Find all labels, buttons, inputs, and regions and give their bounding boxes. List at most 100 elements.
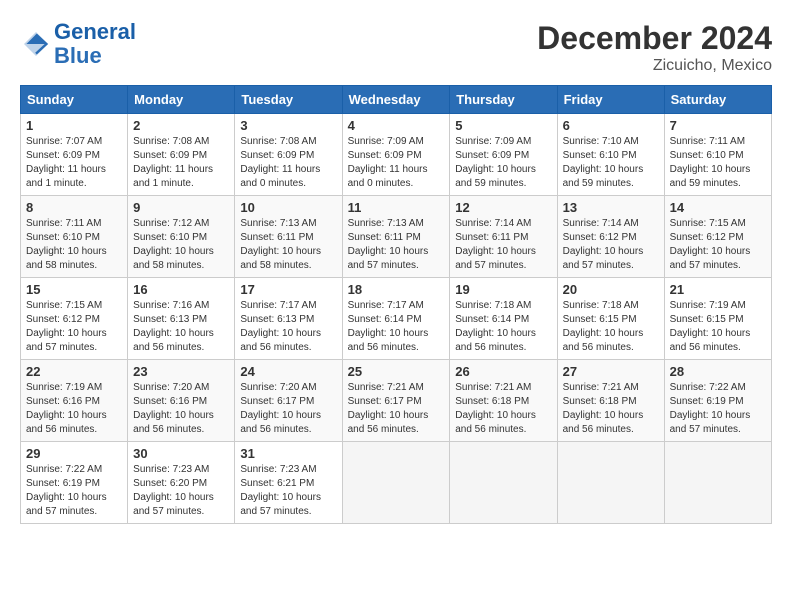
calendar-week-row: 8Sunrise: 7:11 AM Sunset: 6:10 PM Daylig… — [21, 196, 772, 278]
day-info: Sunrise: 7:21 AM Sunset: 6:18 PM Dayligh… — [563, 381, 659, 437]
calendar-week-row: 29 Sunrise: 7:22 AM Sunset: 6:19 PM Dayli… — [21, 442, 772, 524]
day-info: Sunrise: 7:22 AM Sunset: 6:19 PM Dayligh… — [670, 381, 766, 437]
day-number: 16 — [133, 282, 229, 297]
day-info: Sunrise: 7:17 AM Sunset: 6:14 PM Dayligh… — [348, 299, 445, 355]
day-number: 11 — [348, 200, 445, 215]
calendar-day-cell: 14Sunrise: 7:15 AM Sunset: 6:12 PM Dayli… — [664, 196, 771, 278]
calendar-day-cell: 15 Sunrise: 7:15 AM Sunset: 6:12 PM Dayli… — [21, 278, 128, 360]
day-info: Sunrise: 7:13 AM Sunset: 6:11 PM Dayligh… — [348, 217, 445, 273]
logo-line1: General — [54, 19, 136, 44]
day-info: Sunrise: 7:09 AM Sunset: 6:09 PM Dayligh… — [348, 135, 445, 191]
calendar-week-row: 15 Sunrise: 7:15 AM Sunset: 6:12 PM Dayli… — [21, 278, 772, 360]
day-info: Sunrise: 7:13 AM Sunset: 6:11 PM Dayligh… — [240, 217, 336, 273]
logo: General Blue — [20, 20, 136, 68]
day-info: Sunrise: 7:20 AM Sunset: 6:17 PM Dayligh… — [240, 381, 336, 437]
day-number: 25 — [348, 364, 445, 379]
calendar-day-cell: 17 Sunrise: 7:17 AM Sunset: 6:13 PM Dayli… — [235, 278, 342, 360]
calendar-day-cell: 30 Sunrise: 7:23 AM Sunset: 6:20 PM Dayli… — [128, 442, 235, 524]
weekday-header-cell: Monday — [128, 86, 235, 114]
calendar-day-cell — [557, 442, 664, 524]
day-number: 17 — [240, 282, 336, 297]
calendar-day-cell: 20Sunrise: 7:18 AM Sunset: 6:15 PM Dayli… — [557, 278, 664, 360]
calendar-day-cell: 4Sunrise: 7:09 AM Sunset: 6:09 PM Daylig… — [342, 114, 450, 196]
day-info: Sunrise: 7:11 AM Sunset: 6:10 PM Dayligh… — [670, 135, 766, 191]
logo-line2: Blue — [54, 43, 102, 68]
day-info: Sunrise: 7:18 AM Sunset: 6:15 PM Dayligh… — [563, 299, 659, 355]
calendar-day-cell: 18 Sunrise: 7:17 AM Sunset: 6:14 PM Dayli… — [342, 278, 450, 360]
day-number: 29 — [26, 446, 122, 461]
day-info: Sunrise: 7:15 AM Sunset: 6:12 PM Dayligh… — [26, 299, 122, 355]
title-block: December 2024 Zicuicho, Mexico — [537, 20, 772, 75]
day-info: Sunrise: 7:10 AM Sunset: 6:10 PM Dayligh… — [563, 135, 659, 191]
calendar-table: SundayMondayTuesdayWednesdayThursdayFrid… — [20, 85, 772, 524]
calendar-day-cell: 6 Sunrise: 7:10 AM Sunset: 6:10 PM Daylig… — [557, 114, 664, 196]
day-info: Sunrise: 7:23 AM Sunset: 6:20 PM Dayligh… — [133, 463, 229, 519]
day-info: Sunrise: 7:21 AM Sunset: 6:17 PM Dayligh… — [348, 381, 445, 437]
day-info: Sunrise: 7:08 AM Sunset: 6:09 PM Dayligh… — [133, 135, 229, 191]
day-info: Sunrise: 7:17 AM Sunset: 6:13 PM Dayligh… — [240, 299, 336, 355]
day-number: 28 — [670, 364, 766, 379]
calendar-day-cell: 13 Sunrise: 7:14 AM Sunset: 6:12 PM Dayli… — [557, 196, 664, 278]
day-number: 26 — [455, 364, 551, 379]
calendar-day-cell: 16 Sunrise: 7:16 AM Sunset: 6:13 PM Dayli… — [128, 278, 235, 360]
page-header: General Blue December 2024 Zicuicho, Mex… — [20, 20, 772, 75]
calendar-week-row: 22 Sunrise: 7:19 AM Sunset: 6:16 PM Dayli… — [21, 360, 772, 442]
day-number: 18 — [348, 282, 445, 297]
calendar-day-cell — [664, 442, 771, 524]
calendar-day-cell: 2Sunrise: 7:08 AM Sunset: 6:09 PM Daylig… — [128, 114, 235, 196]
calendar-day-cell: 24Sunrise: 7:20 AM Sunset: 6:17 PM Dayli… — [235, 360, 342, 442]
calendar-day-cell: 8Sunrise: 7:11 AM Sunset: 6:10 PM Daylig… — [21, 196, 128, 278]
day-info: Sunrise: 7:16 AM Sunset: 6:13 PM Dayligh… — [133, 299, 229, 355]
calendar-day-cell — [342, 442, 450, 524]
day-number: 30 — [133, 446, 229, 461]
day-info: Sunrise: 7:12 AM Sunset: 6:10 PM Dayligh… — [133, 217, 229, 273]
month-title: December 2024 — [537, 20, 772, 57]
day-number: 5 — [455, 118, 551, 133]
weekday-header-cell: Tuesday — [235, 86, 342, 114]
day-info: Sunrise: 7:08 AM Sunset: 6:09 PM Dayligh… — [240, 135, 336, 191]
calendar-day-cell: 3Sunrise: 7:08 AM Sunset: 6:09 PM Daylig… — [235, 114, 342, 196]
weekday-header-cell: Sunday — [21, 86, 128, 114]
calendar-day-cell: 29 Sunrise: 7:22 AM Sunset: 6:19 PM Dayli… — [21, 442, 128, 524]
calendar-day-cell — [450, 442, 557, 524]
day-info: Sunrise: 7:22 AM Sunset: 6:19 PM Dayligh… — [26, 463, 122, 519]
calendar-day-cell: 1Sunrise: 7:07 AM Sunset: 6:09 PM Daylig… — [21, 114, 128, 196]
day-number: 23 — [133, 364, 229, 379]
day-info: Sunrise: 7:14 AM Sunset: 6:11 PM Dayligh… — [455, 217, 551, 273]
day-info: Sunrise: 7:23 AM Sunset: 6:21 PM Dayligh… — [240, 463, 336, 519]
calendar-day-cell: 28 Sunrise: 7:22 AM Sunset: 6:19 PM Dayli… — [664, 360, 771, 442]
calendar-day-cell: 27Sunrise: 7:21 AM Sunset: 6:18 PM Dayli… — [557, 360, 664, 442]
logo-text: General Blue — [54, 20, 136, 68]
day-number: 12 — [455, 200, 551, 215]
calendar-day-cell: 31 Sunrise: 7:23 AM Sunset: 6:21 PM Dayli… — [235, 442, 342, 524]
calendar-day-cell: 22 Sunrise: 7:19 AM Sunset: 6:16 PM Dayli… — [21, 360, 128, 442]
day-number: 10 — [240, 200, 336, 215]
weekday-header-cell: Friday — [557, 86, 664, 114]
calendar-header-row: SundayMondayTuesdayWednesdayThursdayFrid… — [21, 86, 772, 114]
day-number: 22 — [26, 364, 122, 379]
day-number: 15 — [26, 282, 122, 297]
day-number: 19 — [455, 282, 551, 297]
calendar-day-cell: 11 Sunrise: 7:13 AM Sunset: 6:11 PM Dayli… — [342, 196, 450, 278]
weekday-header-cell: Saturday — [664, 86, 771, 114]
logo-icon — [20, 28, 52, 60]
day-info: Sunrise: 7:09 AM Sunset: 6:09 PM Dayligh… — [455, 135, 551, 191]
day-number: 6 — [563, 118, 659, 133]
day-info: Sunrise: 7:18 AM Sunset: 6:14 PM Dayligh… — [455, 299, 551, 355]
day-info: Sunrise: 7:21 AM Sunset: 6:18 PM Dayligh… — [455, 381, 551, 437]
calendar-day-cell: 10 Sunrise: 7:13 AM Sunset: 6:11 PM Dayli… — [235, 196, 342, 278]
day-info: Sunrise: 7:11 AM Sunset: 6:10 PM Dayligh… — [26, 217, 122, 273]
day-number: 31 — [240, 446, 336, 461]
calendar-day-cell: 21Sunrise: 7:19 AM Sunset: 6:15 PM Dayli… — [664, 278, 771, 360]
day-number: 13 — [563, 200, 659, 215]
day-number: 14 — [670, 200, 766, 215]
calendar-day-cell: 23Sunrise: 7:20 AM Sunset: 6:16 PM Dayli… — [128, 360, 235, 442]
calendar-body: 1Sunrise: 7:07 AM Sunset: 6:09 PM Daylig… — [21, 114, 772, 524]
day-info: Sunrise: 7:14 AM Sunset: 6:12 PM Dayligh… — [563, 217, 659, 273]
location: Zicuicho, Mexico — [537, 57, 772, 75]
calendar-day-cell: 5 Sunrise: 7:09 AM Sunset: 6:09 PM Daylig… — [450, 114, 557, 196]
calendar-day-cell: 19 Sunrise: 7:18 AM Sunset: 6:14 PM Dayli… — [450, 278, 557, 360]
day-number: 1 — [26, 118, 122, 133]
calendar-day-cell: 26 Sunrise: 7:21 AM Sunset: 6:18 PM Dayli… — [450, 360, 557, 442]
day-info: Sunrise: 7:19 AM Sunset: 6:16 PM Dayligh… — [26, 381, 122, 437]
